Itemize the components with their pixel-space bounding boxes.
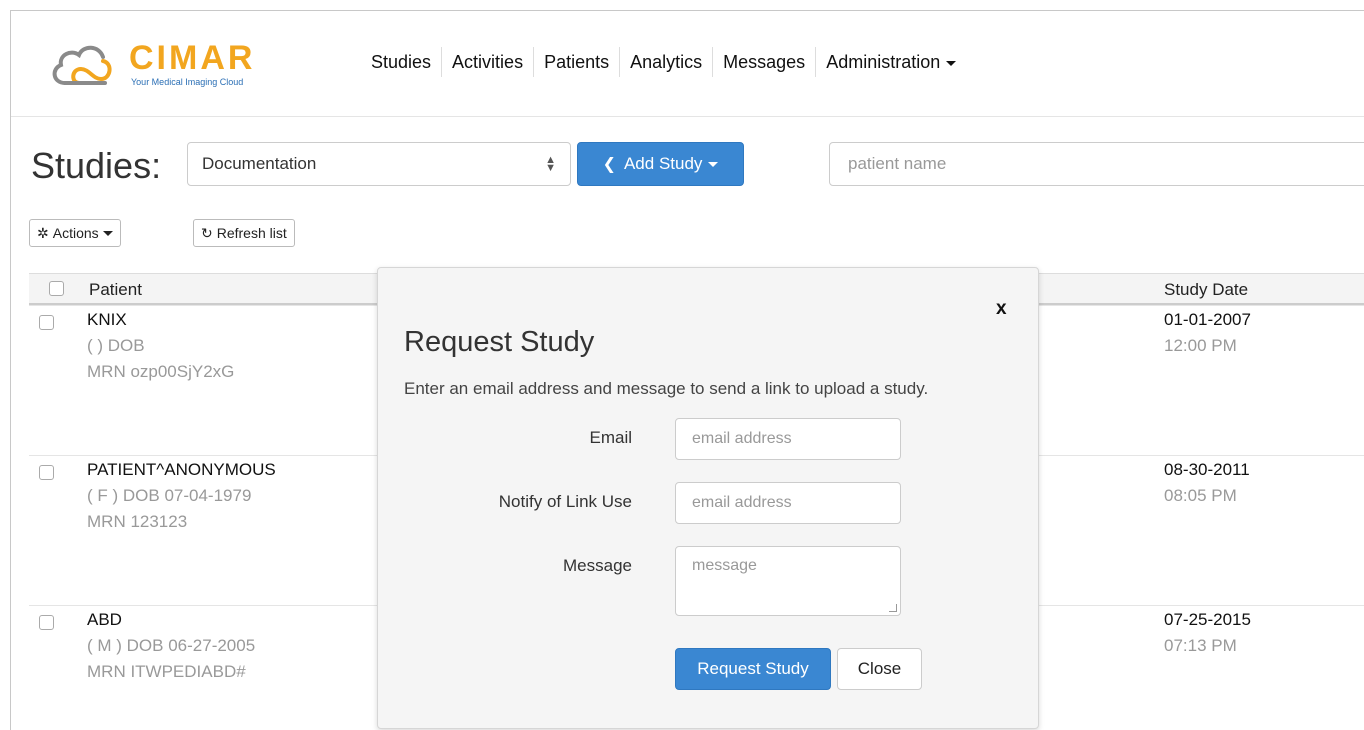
- folder-select-value: Documentation: [202, 154, 317, 173]
- message-label: Message: [563, 556, 632, 575]
- refresh-list-button[interactable]: ↻ Refresh list: [193, 219, 295, 247]
- gear-icon: ✲: [37, 224, 49, 241]
- cloud-logo-icon: [52, 45, 112, 85]
- message-textarea[interactable]: message: [675, 546, 901, 616]
- nav-analytics[interactable]: Analytics: [619, 47, 712, 77]
- page-title: Studies:: [31, 145, 162, 186]
- nav-patients[interactable]: Patients: [533, 47, 619, 77]
- patient-name[interactable]: PATIENT^ANONYMOUS: [87, 460, 276, 480]
- close-button[interactable]: Close: [837, 648, 922, 690]
- request-study-modal: x Request Study Enter an email address a…: [377, 267, 1039, 729]
- patient-dob: ( F ) DOB 07-04-1979: [87, 486, 252, 505]
- request-study-button[interactable]: Request Study: [675, 648, 831, 690]
- nav-studies[interactable]: Studies: [361, 47, 441, 77]
- patient-mrn: MRN 123123: [87, 512, 188, 531]
- modal-title: Request Study: [404, 326, 595, 358]
- message-placeholder: message: [692, 557, 757, 574]
- add-study-button[interactable]: ❮ Add Study: [577, 142, 744, 186]
- caret-down-icon: [708, 161, 719, 167]
- resize-handle-icon[interactable]: [889, 604, 897, 612]
- cimar-logo[interactable]: CIMAR Your Medical Imaging Cloud: [49, 39, 259, 91]
- chevron-left-icon: ❮: [602, 156, 616, 173]
- patient-dob: ( ) DOB: [87, 336, 145, 355]
- close-icon[interactable]: x: [996, 298, 1007, 320]
- nav-administration[interactable]: Administration: [815, 47, 966, 77]
- navbar: CIMAR Your Medical Imaging Cloud Studies…: [11, 11, 1364, 117]
- study-time: 07:13 PM: [1164, 636, 1237, 655]
- study-date: 07-25-2015: [1164, 610, 1251, 629]
- refresh-label: Refresh list: [216, 225, 287, 241]
- app-frame: CIMAR Your Medical Imaging Cloud Studies…: [10, 10, 1364, 730]
- row-checkbox[interactable]: [39, 315, 54, 330]
- row-checkbox[interactable]: [39, 465, 54, 480]
- patient-name[interactable]: ABD: [87, 610, 122, 630]
- nav-activities[interactable]: Activities: [441, 47, 533, 77]
- study-date: 01-01-2007: [1164, 310, 1251, 329]
- column-header-study-date[interactable]: Study Date: [1164, 280, 1248, 300]
- study-time: 12:00 PM: [1164, 336, 1237, 355]
- brand-tagline: Your Medical Imaging Cloud: [131, 77, 244, 87]
- brand-name: CIMAR: [129, 39, 256, 77]
- actions-label: Actions: [52, 225, 99, 241]
- patient-name[interactable]: KNIX: [87, 310, 127, 330]
- nav-messages[interactable]: Messages: [712, 47, 815, 77]
- notify-email-field[interactable]: email address: [675, 482, 901, 524]
- email-label: Email: [589, 428, 632, 447]
- refresh-icon: ↻: [201, 224, 213, 241]
- study-time: 08:05 PM: [1164, 486, 1237, 505]
- caret-down-icon: [102, 230, 113, 236]
- add-study-label: Add Study: [623, 154, 703, 173]
- caret-down-icon: [946, 60, 957, 66]
- patient-search-input[interactable]: patient name: [829, 142, 1364, 186]
- modal-description: Enter an email address and message to se…: [404, 379, 929, 398]
- email-field[interactable]: email address: [675, 418, 901, 460]
- study-date: 08-30-2011: [1164, 460, 1250, 479]
- patient-mrn: MRN ITWPEDIABD#: [87, 662, 246, 681]
- patient-mrn: MRN ozp00SjY2xG: [87, 362, 235, 381]
- notify-label: Notify of Link Use: [498, 492, 632, 511]
- main-nav: Studies Activities Patients Analytics Me…: [361, 47, 966, 77]
- row-checkbox[interactable]: [39, 615, 54, 630]
- column-header-patient[interactable]: Patient: [89, 280, 142, 300]
- actions-button[interactable]: ✲ Actions: [29, 219, 121, 247]
- folder-select[interactable]: Documentation ▲ ▼: [187, 142, 571, 186]
- select-arrows-icon: ▲ ▼: [545, 154, 556, 174]
- select-all-checkbox[interactable]: [49, 281, 64, 296]
- patient-dob: ( M ) DOB 06-27-2005: [87, 636, 256, 655]
- nav-administration-label: Administration: [826, 52, 941, 72]
